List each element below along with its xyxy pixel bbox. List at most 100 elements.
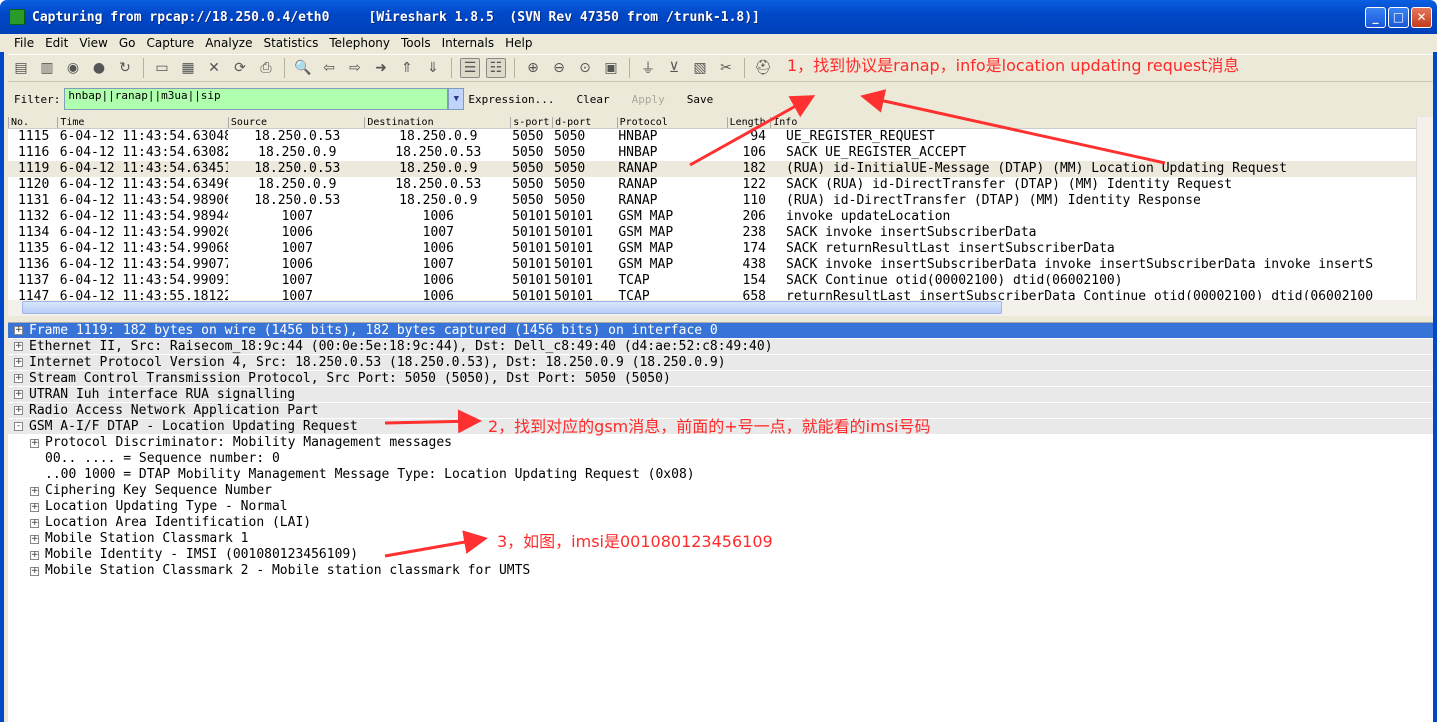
details-tree-item[interactable]: + Internet Protocol Version 4, Src: 18.25… bbox=[8, 355, 1433, 371]
menu-file[interactable]: File bbox=[14, 34, 34, 52]
packet-row[interactable]: 1120 6-04-12 11:43:54.634963 18.250.0.9 18.… bbox=[8, 177, 1433, 193]
details-tree-item[interactable]: 00.. .... = Sequence number: 0 bbox=[8, 451, 1433, 467]
column-header-time[interactable]: Time bbox=[57, 117, 228, 128]
expand-icon[interactable]: + bbox=[14, 406, 23, 415]
menu-telephony[interactable]: Telephony bbox=[329, 34, 390, 52]
menu-help[interactable]: Help bbox=[505, 34, 532, 52]
expand-icon[interactable]: + bbox=[30, 550, 39, 560]
find-icon[interactable]: 🔍 bbox=[293, 58, 313, 78]
display-filter-icon[interactable]: ⊻ bbox=[664, 58, 684, 78]
packet-cell-protocol: RANAP bbox=[618, 177, 658, 192]
scroll-thumb[interactable] bbox=[22, 301, 1002, 314]
column-header-protocol[interactable]: Protocol bbox=[616, 117, 727, 128]
preferences-icon[interactable]: ✂ bbox=[716, 58, 736, 78]
forward-icon[interactable]: ⇨ bbox=[345, 58, 365, 78]
expand-icon[interactable]: + bbox=[30, 566, 39, 576]
expand-icon[interactable]: + bbox=[30, 438, 39, 448]
reload-icon[interactable]: ⟳ bbox=[230, 58, 250, 78]
packet-row[interactable]: 1137 6-04-12 11:43:54.990914 1007 1006 50101… bbox=[8, 273, 1433, 289]
expand-icon[interactable]: + bbox=[14, 390, 23, 399]
menu-internals[interactable]: Internals bbox=[442, 34, 495, 52]
back-icon[interactable]: ⇦ bbox=[319, 58, 339, 78]
open-icon[interactable]: ▭ bbox=[152, 58, 172, 78]
expression-button[interactable]: Expression... bbox=[468, 93, 554, 106]
zoom-out-icon[interactable]: ⊖ bbox=[549, 58, 569, 78]
expand-icon[interactable]: + bbox=[30, 486, 39, 496]
packet-cell-length: 238 bbox=[742, 225, 767, 240]
save-filter-button[interactable]: Save bbox=[687, 93, 714, 106]
packet-row[interactable]: 1131 6-04-12 11:43:54.989064 18.250.0.53 18… bbox=[8, 193, 1433, 209]
last-icon[interactable]: ⇓ bbox=[423, 58, 443, 78]
autoscroll-icon[interactable]: ☷ bbox=[486, 58, 506, 78]
packet-row[interactable]: 1135 6-04-12 11:43:54.990688 1007 1006 50101… bbox=[8, 241, 1433, 257]
packet-list-horizontal-scrollbar[interactable] bbox=[8, 300, 1433, 316]
packet-row[interactable]: 1119 6-04-12 11:43:54.634519 18.250.0.53 18… bbox=[8, 161, 1433, 177]
expand-icon[interactable]: + bbox=[14, 374, 23, 383]
help-icon[interactable]: ⛑ bbox=[753, 58, 773, 78]
expand-icon[interactable]: + bbox=[14, 326, 23, 335]
expand-icon[interactable]: + bbox=[30, 518, 39, 528]
close-icon[interactable]: ✕ bbox=[204, 58, 224, 78]
column-header-d-port[interactable]: d-port bbox=[552, 117, 617, 128]
column-header-source[interactable]: Source bbox=[227, 117, 364, 128]
interfaces-icon[interactable]: ▤ bbox=[11, 58, 31, 78]
minimize-button[interactable]: _ bbox=[1365, 7, 1386, 28]
menu-statistics[interactable]: Statistics bbox=[263, 34, 318, 52]
stop-icon[interactable]: ● bbox=[89, 58, 109, 78]
close-button[interactable]: ✕ bbox=[1411, 7, 1432, 28]
apply-button[interactable]: Apply bbox=[632, 93, 665, 106]
menu-capture[interactable]: Capture bbox=[146, 34, 194, 52]
save-icon[interactable]: ▦ bbox=[178, 58, 198, 78]
column-header-destination[interactable]: Destination bbox=[364, 117, 510, 128]
expand-icon[interactable]: + bbox=[30, 502, 39, 512]
details-tree-item[interactable]: + Ethernet II, Src: Raisecom_18:9c:44 (00… bbox=[8, 339, 1433, 355]
details-tree-item[interactable]: + Ciphering Key Sequence Number bbox=[8, 483, 1433, 499]
packet-row[interactable]: 1132 6-04-12 11:43:54.989440 1007 1006 50101… bbox=[8, 209, 1433, 225]
column-header-s-port[interactable]: s-port bbox=[510, 117, 552, 128]
clear-button[interactable]: Clear bbox=[576, 93, 609, 106]
packet-row[interactable]: 1134 6-04-12 11:43:54.990205 1006 1007 50101… bbox=[8, 225, 1433, 241]
details-tree-item[interactable]: + Protocol Discriminator: Mobility Manage… bbox=[8, 435, 1433, 451]
packet-cell-no: 1137 bbox=[18, 273, 50, 288]
filter-input[interactable]: hnbap||ranap||m3ua||sip bbox=[64, 88, 449, 110]
print-icon[interactable]: ⎙ bbox=[256, 58, 276, 78]
menu-edit[interactable]: Edit bbox=[45, 34, 68, 52]
menu-view[interactable]: View bbox=[79, 34, 107, 52]
expand-icon[interactable]: + bbox=[14, 342, 23, 351]
coloring-rules-icon[interactable]: ▧ bbox=[690, 58, 710, 78]
restart-icon[interactable]: ↻ bbox=[115, 58, 135, 78]
column-header-info[interactable]: Info bbox=[770, 117, 1433, 128]
column-header-length[interactable]: Length bbox=[726, 117, 771, 128]
options-icon[interactable]: ▥ bbox=[37, 58, 57, 78]
first-icon[interactable]: ⇑ bbox=[397, 58, 417, 78]
menu-analyze[interactable]: Analyze bbox=[205, 34, 252, 52]
zoom-in-icon[interactable]: ⊕ bbox=[523, 58, 543, 78]
collapse-icon[interactable]: - bbox=[14, 422, 23, 431]
details-tree-item[interactable]: + Location Updating Type - Normal bbox=[8, 499, 1433, 515]
zoom-normal-icon[interactable]: ⊙ bbox=[575, 58, 595, 78]
goto-icon[interactable]: ➜ bbox=[371, 58, 391, 78]
capture-filter-icon[interactable]: ⏚ bbox=[638, 58, 658, 78]
details-tree-item[interactable]: + Stream Control Transmission Protocol, S… bbox=[8, 371, 1433, 387]
title-bar: Capturing from rpcap://18.250.0.4/eth0 [… bbox=[0, 0, 1437, 34]
details-tree-item[interactable]: ..00 1000 = DTAP Mobility Management Mes… bbox=[8, 467, 1433, 483]
filter-dropdown-icon[interactable]: ▼ bbox=[448, 88, 465, 110]
packet-list-vertical-scrollbar[interactable] bbox=[1416, 117, 1433, 300]
menu-go[interactable]: Go bbox=[119, 34, 136, 52]
menu-tools[interactable]: Tools bbox=[401, 34, 431, 52]
expand-icon[interactable]: + bbox=[30, 534, 39, 544]
details-tree-item[interactable]: + Frame 1119: 182 bytes on wire (1456 bit… bbox=[8, 323, 1433, 339]
expand-icon[interactable]: + bbox=[14, 358, 23, 367]
start-icon[interactable]: ◉ bbox=[63, 58, 83, 78]
details-tree-item[interactable]: + UTRAN Iuh interface RUA signalling bbox=[8, 387, 1433, 403]
colorize-icon[interactable]: ☰ bbox=[460, 58, 480, 78]
annotation-1: 1，找到协议是ranap，info是location updating requ… bbox=[787, 56, 1240, 75]
resize-columns-icon[interactable]: ▣ bbox=[601, 58, 621, 78]
details-tree-item[interactable]: + Mobile Station Classmark 2 - Mobile sta… bbox=[8, 563, 1433, 579]
column-header-no[interactable]: No. bbox=[8, 117, 57, 128]
packet-row[interactable]: 1136 6-04-12 11:43:54.990774 1006 1007 50101… bbox=[8, 257, 1433, 273]
maximize-button[interactable]: □ bbox=[1388, 7, 1409, 28]
packet-row[interactable]: 1115 6-04-12 11:43:54.630485 18.250.0.53 18… bbox=[8, 129, 1433, 145]
toolbar-separator bbox=[451, 58, 452, 78]
packet-row[interactable]: 1116 6-04-12 11:43:54.630822 18.250.0.9 18.… bbox=[8, 145, 1433, 161]
